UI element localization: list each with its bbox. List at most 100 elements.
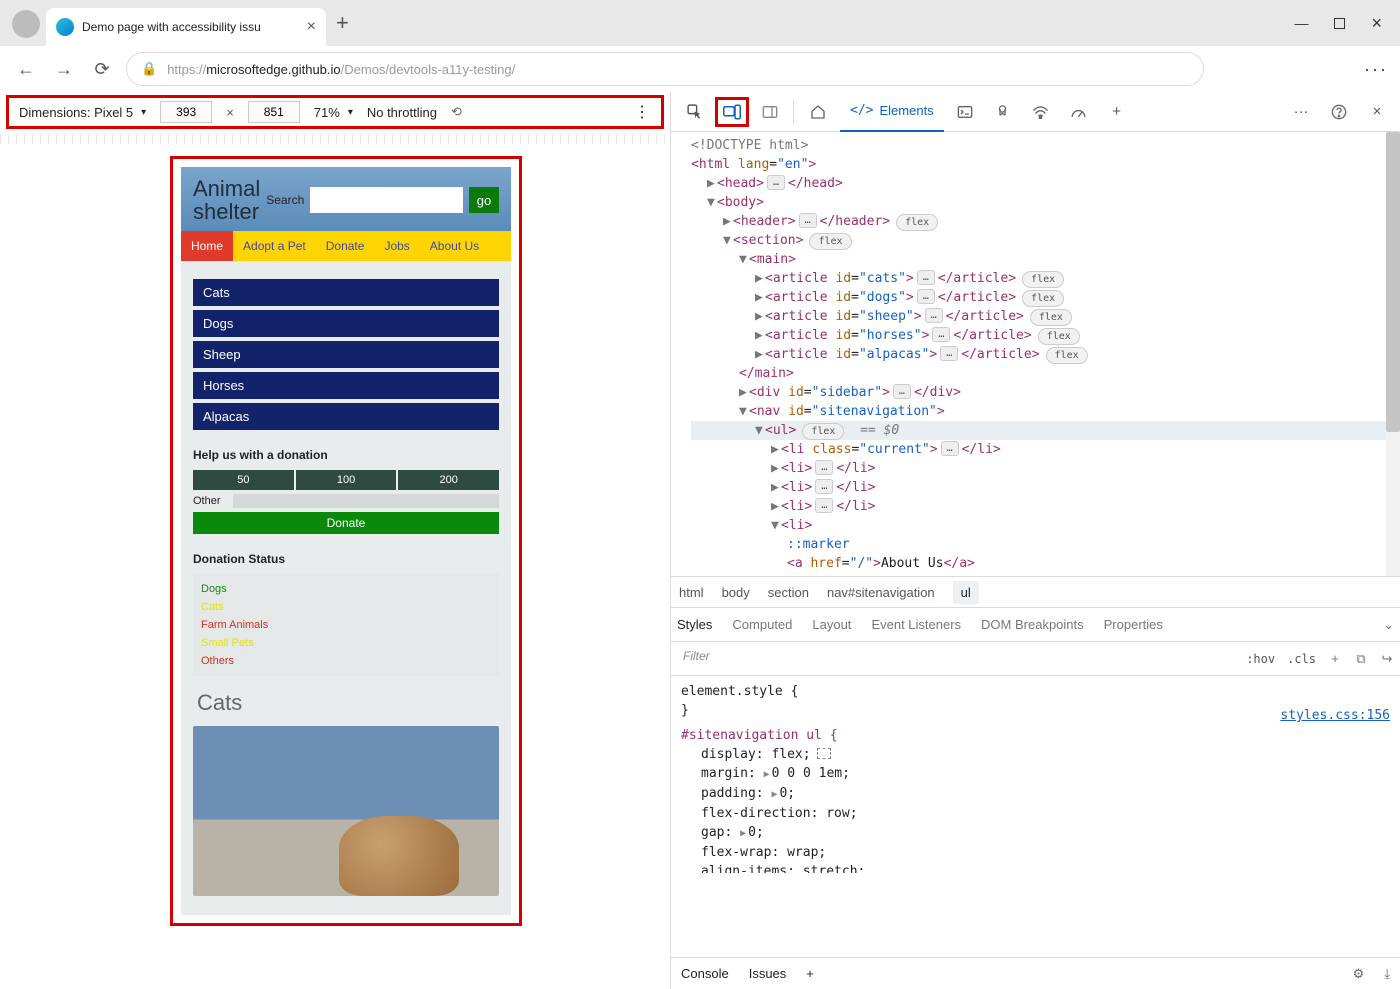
dom-node[interactable]: ▼<nav id="sitenavigation"> <box>691 402 1386 421</box>
donate-button[interactable]: Donate <box>193 512 499 534</box>
css-declaration[interactable]: flex-wrap: wrap; <box>681 843 1390 862</box>
styles-source[interactable]: element.style { } #sitenavigation ul { s… <box>671 676 1400 957</box>
chevron-down-icon[interactable]: ⌄ <box>1383 617 1394 633</box>
maximize-icon[interactable] <box>1334 18 1345 29</box>
dock-icon[interactable] <box>753 97 787 127</box>
donation-amount-button[interactable]: 100 <box>296 470 397 490</box>
styles-subtab[interactable]: Styles <box>677 608 712 641</box>
dom-node[interactable]: ▶<article id="cats">…</article>flex <box>691 269 1386 288</box>
inspect-element-icon[interactable] <box>677 97 711 127</box>
minimize-icon[interactable]: — <box>1294 15 1308 31</box>
dom-tree[interactable]: <!DOCTYPE html><html lang="en">▶<head>…<… <box>671 132 1400 576</box>
dom-node[interactable]: ▶<li>…</li> <box>691 478 1386 497</box>
help-icon[interactable] <box>1322 97 1356 127</box>
close-devtools-icon[interactable]: × <box>1360 97 1394 127</box>
dom-node[interactable]: ▼<ul>flex == $0 <box>691 421 1386 440</box>
forward-button[interactable]: → <box>50 55 78 83</box>
dom-node[interactable]: ::marker <box>691 535 1386 554</box>
dimensions-dropdown[interactable]: Dimensions: Pixel 5 <box>19 105 146 120</box>
address-bar[interactable]: 🔒 https://microsoftedge.github.io/Demos/… <box>126 52 1204 86</box>
css-declaration[interactable]: gap: ▶0; <box>681 823 1390 843</box>
dom-node[interactable]: ▼<body> <box>691 193 1386 212</box>
dom-node[interactable]: ▶<div id="sidebar">…</div> <box>691 383 1386 402</box>
device-toggle-icon[interactable] <box>715 97 749 127</box>
css-source-link[interactable]: styles.css:156 <box>1280 706 1390 725</box>
css-declaration[interactable]: flex-direction: row; <box>681 804 1390 823</box>
breadcrumb-item[interactable]: body <box>722 585 750 600</box>
dom-node[interactable]: ▶<article id="alpacas">…</article>flex <box>691 345 1386 364</box>
breadcrumb[interactable]: html body section nav#sitenavigation ul <box>671 576 1400 608</box>
dom-node[interactable]: ▼<main> <box>691 250 1386 269</box>
close-window-icon[interactable]: × <box>1371 13 1382 34</box>
css-declaration[interactable]: align-items: stretch; <box>681 862 1390 873</box>
add-tab-icon[interactable]: + <box>1100 97 1134 127</box>
performance-tab-icon[interactable] <box>1062 97 1096 127</box>
styles-filter-input[interactable]: Filter <box>677 647 1234 671</box>
emulated-page[interactable]: Animalshelter Search go HomeAdopt a PetD… <box>181 167 511 915</box>
zoom-dropdown[interactable]: 71% <box>314 105 353 120</box>
network-tab-icon[interactable] <box>1024 97 1058 127</box>
styles-subtab[interactable]: DOM Breakpoints <box>981 608 1084 641</box>
welcome-tab[interactable] <box>800 92 836 132</box>
new-style-icon[interactable]: + <box>1322 651 1348 666</box>
back-button[interactable]: ← <box>12 55 40 83</box>
dom-node[interactable]: ▶<article id="horses">…</article>flex <box>691 326 1386 345</box>
drawer-tab-issues[interactable]: Issues <box>749 966 787 981</box>
donation-amount-button[interactable]: 200 <box>398 470 499 490</box>
scrollbar[interactable] <box>1386 132 1400 576</box>
other-amount-input[interactable] <box>233 494 499 508</box>
dom-node[interactable]: <!DOCTYPE html> <box>691 136 1386 155</box>
animal-link[interactable]: Cats <box>193 279 499 306</box>
refresh-button[interactable]: ⟳ <box>88 55 116 83</box>
dom-node[interactable]: <a href="/">About Us</a> <box>691 554 1386 573</box>
styles-subtab[interactable]: Properties <box>1104 608 1163 641</box>
animal-link[interactable]: Alpacas <box>193 403 499 430</box>
rotate-icon[interactable]: ⟲ <box>451 104 462 120</box>
dom-node[interactable]: ▶<li class="current">…</li> <box>691 440 1386 459</box>
dom-node[interactable]: ▶<article id="sheep">…</article>flex <box>691 307 1386 326</box>
dom-node[interactable]: ▶<header>…</header>flex <box>691 212 1386 231</box>
sources-tab-icon[interactable] <box>986 97 1020 127</box>
profile-avatar[interactable] <box>12 10 40 38</box>
dom-node[interactable]: ▶<li>…</li> <box>691 497 1386 516</box>
drawer-settings-icon[interactable]: ⚙ <box>1353 966 1365 982</box>
dom-node[interactable]: ▶<head>…</head> <box>691 174 1386 193</box>
dom-node[interactable]: </main> <box>691 364 1386 383</box>
search-input[interactable] <box>310 187 463 213</box>
breadcrumb-item[interactable]: nav#sitenavigation <box>827 585 935 600</box>
nav-tab[interactable]: Jobs <box>374 231 419 261</box>
donation-amount-button[interactable]: 50 <box>193 470 294 490</box>
animal-link[interactable]: Horses <box>193 372 499 399</box>
dom-node[interactable]: ▶<li>…</li> <box>691 459 1386 478</box>
nav-tab[interactable]: Donate <box>316 231 375 261</box>
dom-node[interactable]: ▶<article id="dogs">…</article>flex <box>691 288 1386 307</box>
styles-settings-icon[interactable]: ↪ <box>1374 651 1400 667</box>
hov-toggle[interactable]: :hov <box>1240 652 1281 666</box>
css-declaration[interactable]: margin: ▶0 0 0 1em; <box>681 764 1390 784</box>
elements-tab[interactable]: </> Elements <box>840 92 944 132</box>
go-button[interactable]: go <box>469 187 499 213</box>
device-height-input[interactable] <box>248 101 300 123</box>
breadcrumb-item[interactable]: section <box>768 585 809 600</box>
browser-menu-icon[interactable]: ··· <box>1364 59 1388 80</box>
nav-tab[interactable]: Adopt a Pet <box>233 231 316 261</box>
throttling-dropdown[interactable]: No throttling <box>367 105 437 120</box>
close-tab-icon[interactable]: × <box>307 18 316 36</box>
drawer-tab-console[interactable]: Console <box>681 966 729 981</box>
new-tab-button[interactable]: + <box>336 10 349 36</box>
breadcrumb-item[interactable]: ul <box>953 581 979 604</box>
devtools-more-icon[interactable]: ··· <box>1284 97 1318 127</box>
animal-link[interactable]: Dogs <box>193 310 499 337</box>
drawer-collapse-icon[interactable]: ⤓ <box>1384 966 1390 982</box>
css-declaration[interactable]: padding: ▶0; <box>681 784 1390 804</box>
nav-tab[interactable]: Home <box>181 231 233 261</box>
copy-styles-icon[interactable]: ⧉ <box>1348 651 1374 667</box>
device-width-input[interactable] <box>160 101 212 123</box>
styles-subtab[interactable]: Event Listeners <box>871 608 961 641</box>
cls-toggle[interactable]: .cls <box>1281 652 1322 666</box>
styles-subtab[interactable]: Computed <box>732 608 792 641</box>
animal-link[interactable]: Sheep <box>193 341 499 368</box>
browser-tab[interactable]: Demo page with accessibility issu × <box>46 8 326 46</box>
breadcrumb-item[interactable]: html <box>679 585 704 600</box>
device-more-icon[interactable]: ⋮ <box>634 102 651 122</box>
